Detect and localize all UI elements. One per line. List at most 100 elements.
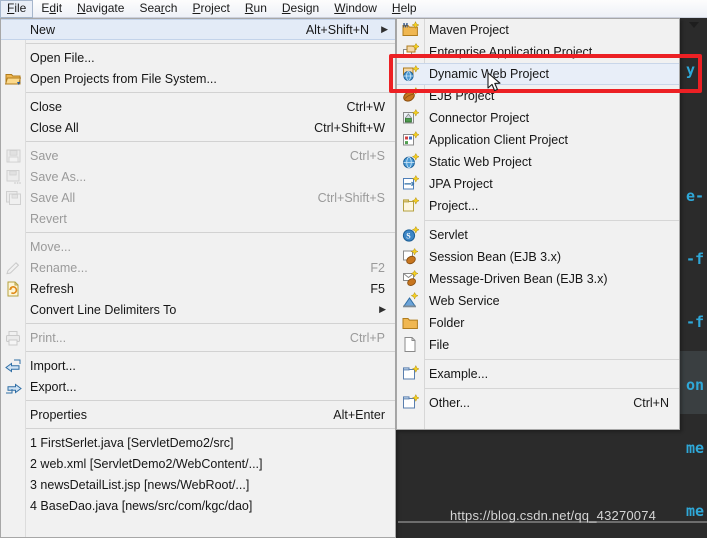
- other-icon: [402, 393, 420, 412]
- menu-item-project[interactable]: Project...: [397, 195, 679, 217]
- menu-item-maven-project[interactable]: M Maven Project: [397, 19, 679, 41]
- example-icon: [402, 364, 420, 383]
- menu-item-other[interactable]: Other... Ctrl+N: [397, 392, 679, 414]
- menu-item-2-web-xml-servletdemo2-webcontent[interactable]: 2 web.xml [ServletDemo2/WebContent/...]: [1, 453, 395, 474]
- menu-item-label: Move...: [30, 239, 71, 254]
- menubar-item-design[interactable]: Design: [275, 0, 326, 18]
- eclipse-window: y e- -f -f on me me ay et le rvlet-name>…: [0, 0, 707, 538]
- menu-item-new[interactable]: New Alt+Shift+N ▶: [1, 19, 395, 40]
- menubar-item-search[interactable]: Search: [132, 0, 184, 18]
- file-icon: [402, 337, 420, 354]
- menubar-item-run[interactable]: Run: [238, 0, 274, 18]
- menu-item-open-file[interactable]: Open File...: [1, 47, 395, 68]
- menu-item-save: Save Ctrl+S: [1, 145, 395, 166]
- maven-project-icon: M: [402, 20, 420, 39]
- menu-separator: [425, 359, 679, 360]
- menubar-item-help[interactable]: Help: [385, 0, 424, 18]
- menu-item-servlet[interactable]: S Servlet: [397, 224, 679, 246]
- menu-item-1-firstserlet-java-servletdemo2-src[interactable]: 1 FirstSerlet.java [ServletDemo2/src]: [1, 432, 395, 453]
- menu-item-example[interactable]: Example...: [397, 363, 679, 385]
- menu-item-export[interactable]: Export...: [1, 376, 395, 397]
- menubar-item-navigate[interactable]: Navigate: [70, 0, 131, 18]
- watermark-text: https://blog.csdn.net/qq_43270074: [450, 508, 657, 523]
- enterprise-app-icon: [402, 42, 421, 61]
- menu-item-accelerator: Ctrl+S: [349, 148, 385, 163]
- menu-item-import[interactable]: Import...: [1, 355, 395, 376]
- menu-separator: [26, 351, 395, 352]
- menu-item-web-service[interactable]: Web Service: [397, 290, 679, 312]
- new-submenu-panel: M Maven Project Enterprise Application Pro…: [396, 18, 680, 430]
- file-menu-list: New Alt+Shift+N ▶ Open File... Open Projects…: [1, 19, 395, 516]
- menu-item-label: Properties: [30, 407, 87, 422]
- static-web-project-icon: [402, 152, 420, 171]
- svg-text:M: M: [403, 24, 408, 30]
- print-icon: [5, 330, 22, 346]
- menu-item-session-bean-ejb-3-x[interactable]: Session Bean (EJB 3.x): [397, 246, 679, 268]
- menu-item-label: Open File...: [30, 50, 95, 65]
- file-menu-panel: New Alt+Shift+N ▶ Open File... Open Projects…: [0, 18, 396, 538]
- menu-item-accelerator: Ctrl+N: [633, 396, 669, 410]
- menu-item-file[interactable]: File: [397, 334, 679, 356]
- menubar-item-edit[interactable]: Edit: [34, 0, 69, 18]
- menu-item-label: Connector Project: [429, 111, 530, 125]
- menu-item-enterprise-application-project[interactable]: Enterprise Application Project: [397, 41, 679, 63]
- menu-item-open-projects-from-file-system[interactable]: Open Projects from File System...: [1, 68, 395, 89]
- connector-project-icon: [402, 108, 420, 127]
- menu-item-label: 1 FirstSerlet.java [ServletDemo2/src]: [30, 435, 234, 450]
- menu-item-ejb-project[interactable]: EJB Project: [397, 85, 679, 107]
- menubar-item-file[interactable]: File: [0, 0, 34, 18]
- mouse-cursor: [487, 72, 501, 92]
- web-service-icon: [402, 291, 420, 310]
- menu-item-print: Print... Ctrl+P: [1, 327, 395, 348]
- menu-item-save-as: Save As...: [1, 166, 395, 187]
- open-folder-icon: [4, 71, 22, 87]
- menu-item-accelerator: Ctrl+Shift+S: [317, 190, 385, 205]
- menu-item-label: Save: [30, 148, 59, 163]
- menu-item-label: Maven Project: [429, 23, 509, 37]
- menu-item-accelerator: Ctrl+Shift+W: [314, 120, 385, 135]
- menu-item-label: EJB Project: [429, 89, 495, 103]
- menu-item-label: 3 newsDetailList.jsp [news/WebRoot/...]: [30, 477, 250, 492]
- menu-item-label: Other...: [429, 396, 470, 410]
- menu-item-label: 2 web.xml [ServletDemo2/WebContent/...]: [30, 456, 263, 471]
- menu-item-jpa-project[interactable]: JPA Project: [397, 173, 679, 195]
- menu-bar: File Edit Navigate Search Project Run De…: [0, 0, 707, 18]
- menu-item-label: Folder: [429, 316, 465, 330]
- menu-separator: [26, 92, 395, 93]
- menu-separator: [26, 323, 395, 324]
- menu-item-4-basedao-java-news-src-com-kgc-dao[interactable]: 4 BaseDao.java [news/src/com/kgc/dao]: [1, 495, 395, 516]
- menu-item-connector-project[interactable]: Connector Project: [397, 107, 679, 129]
- save-as-icon: [5, 169, 22, 185]
- menu-item-application-client-project[interactable]: Application Client Project: [397, 129, 679, 151]
- submenu-arrow-icon: ▶: [381, 24, 388, 34]
- save-icon: [5, 148, 22, 164]
- dynamic-web-project-icon: [402, 64, 420, 83]
- menu-item-close-all[interactable]: Close All Ctrl+Shift+W: [1, 117, 395, 138]
- folder-icon: [402, 315, 420, 332]
- menu-item-close[interactable]: Close Ctrl+W: [1, 96, 395, 117]
- menu-item-label: Export...: [30, 379, 77, 394]
- menu-item-label: Import...: [30, 358, 76, 373]
- menu-item-rename: Rename... F2: [1, 257, 395, 278]
- menu-item-static-web-project[interactable]: Static Web Project: [397, 151, 679, 173]
- refresh-icon: [5, 281, 22, 297]
- menu-item-dynamic-web-project[interactable]: Dynamic Web Project: [397, 63, 679, 85]
- menu-item-3-newsdetaillist-jsp-news-webroot[interactable]: 3 newsDetailList.jsp [news/WebRoot/...]: [1, 474, 395, 495]
- rename-icon: [5, 260, 22, 276]
- menu-item-label: Servlet: [429, 228, 468, 242]
- menu-item-folder[interactable]: Folder: [397, 312, 679, 334]
- menu-item-properties[interactable]: Properties Alt+Enter: [1, 404, 395, 425]
- menu-separator: [425, 220, 679, 221]
- menu-item-label: Session Bean (EJB 3.x): [429, 250, 562, 264]
- menu-item-accelerator: Alt+Shift+N: [305, 22, 370, 37]
- menubar-item-window[interactable]: Window: [327, 0, 384, 18]
- menu-item-move: Move...: [1, 236, 395, 257]
- menu-item-convert-line-delimiters-to[interactable]: Convert Line Delimiters To ▶: [1, 299, 395, 320]
- app-client-project-icon: [402, 130, 420, 149]
- menu-item-label: Save As...: [30, 169, 87, 184]
- menu-item-message-driven-bean-ejb-3-x[interactable]: Message-Driven Bean (EJB 3.x): [397, 268, 679, 290]
- export-icon: [5, 379, 22, 395]
- menu-item-label: Example...: [429, 367, 489, 381]
- menubar-item-project[interactable]: Project: [185, 0, 236, 18]
- menu-item-refresh[interactable]: Refresh F5: [1, 278, 395, 299]
